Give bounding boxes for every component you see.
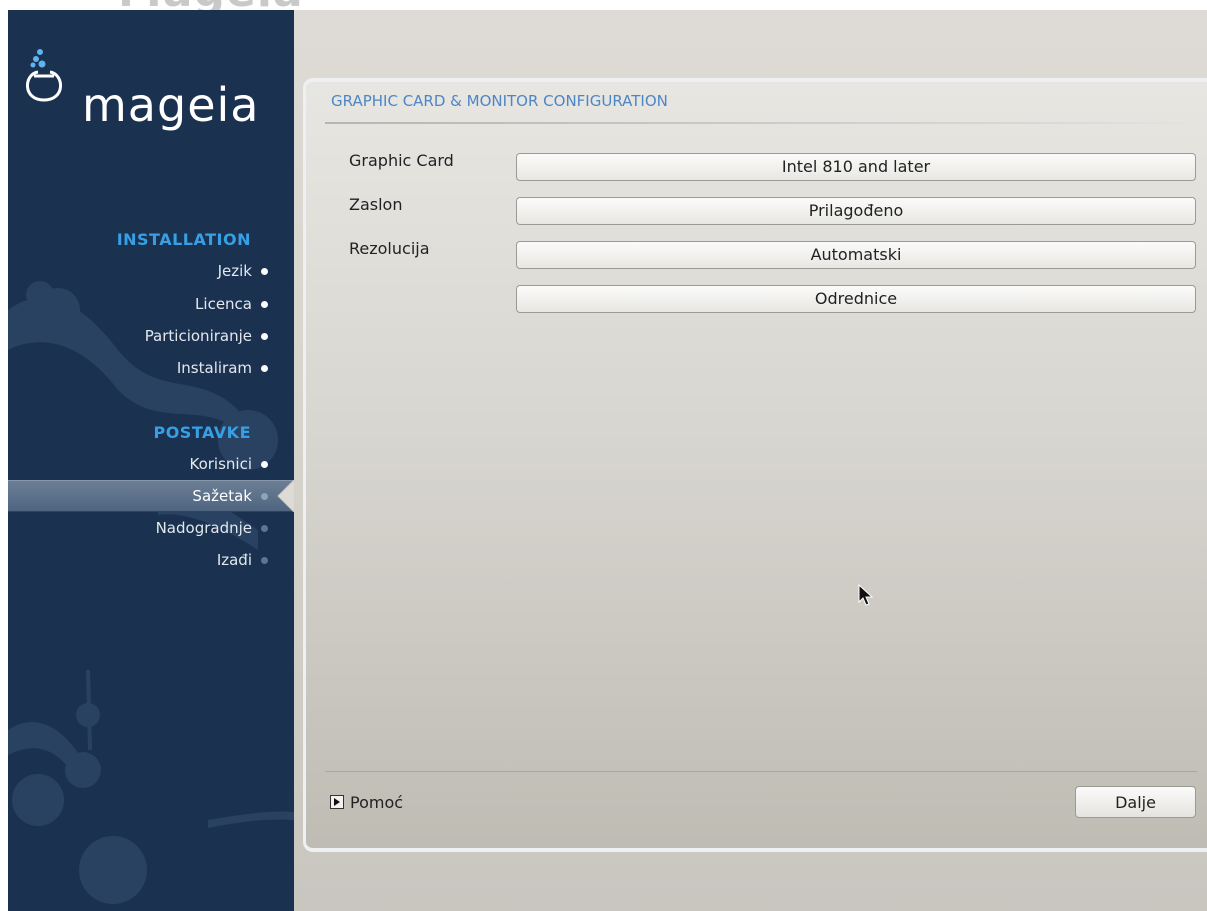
nav-item-label: Jezik [217,262,252,280]
section-heading-postavke: POSTAVKE [153,423,251,442]
title-divider [325,122,1207,124]
window-top-strip: Mageia [0,0,1207,10]
section-heading-installation: INSTALLATION [116,230,251,249]
status-dot-icon [261,267,268,275]
page-title: GRAPHIC CARD & MONITOR CONFIGURATION [331,92,668,110]
status-dot-icon [261,300,268,308]
status-dot-icon [261,492,268,500]
status-dot-icon [261,524,268,532]
nav-item-label: Izađi [216,551,252,569]
content-panel [303,78,1207,852]
nav-item-licenca: Licenca [195,288,268,320]
nav-item-label: Nadogradnje [155,519,252,537]
nav-item-nadogradnje: Nadogradnje [156,512,268,544]
nav-item-instaliram: Instaliram [177,352,268,384]
installer-sidebar: mageia INSTALLATION Jezik Licenca Partic… [8,10,294,911]
graphic-card-button[interactable]: Intel 810 and later [516,153,1196,181]
next-button[interactable]: Dalje [1075,786,1196,818]
options-button[interactable]: Odrednice [516,285,1196,313]
help-expander[interactable]: Pomoć [330,791,403,813]
nav-item-jezik: Jezik [218,255,268,287]
status-dot-icon [261,460,268,468]
resolution-label: Rezolucija [349,239,430,258]
nav-item-korisnici: Korisnici [189,448,268,480]
nav-item-izadi: Izađi [217,544,268,576]
nav-item-label: Sažetak [192,487,252,505]
footer-divider [325,771,1197,772]
monitor-label: Zaslon [349,195,403,214]
nav-item-label: Particioniranje [144,327,252,345]
graphic-card-label: Graphic Card [349,151,454,170]
status-dot-icon [261,364,268,372]
selection-arrow-icon [277,480,294,512]
mageia-logo-icon [26,49,62,102]
status-dot-icon [261,332,268,340]
header-strip-text: Mageia [118,0,304,10]
nav-item-label: Instaliram [176,359,252,377]
nav-item-label: Korisnici [189,455,252,473]
status-dot-icon [261,556,268,564]
resolution-button[interactable]: Automatski [516,241,1196,269]
expander-triangle-icon [330,795,344,809]
nav-item-label: Licenca [195,295,252,313]
mouse-pointer-icon [858,584,874,606]
nav-item-particioniranje: Particioniranje [145,320,268,352]
logo-text: mageia [82,78,260,132]
nav-item-sazetak: Sažetak [192,480,268,512]
help-label: Pomoć [350,792,404,812]
monitor-button[interactable]: Prilagođeno [516,197,1196,225]
mageia-logo: mageia [24,48,294,138]
